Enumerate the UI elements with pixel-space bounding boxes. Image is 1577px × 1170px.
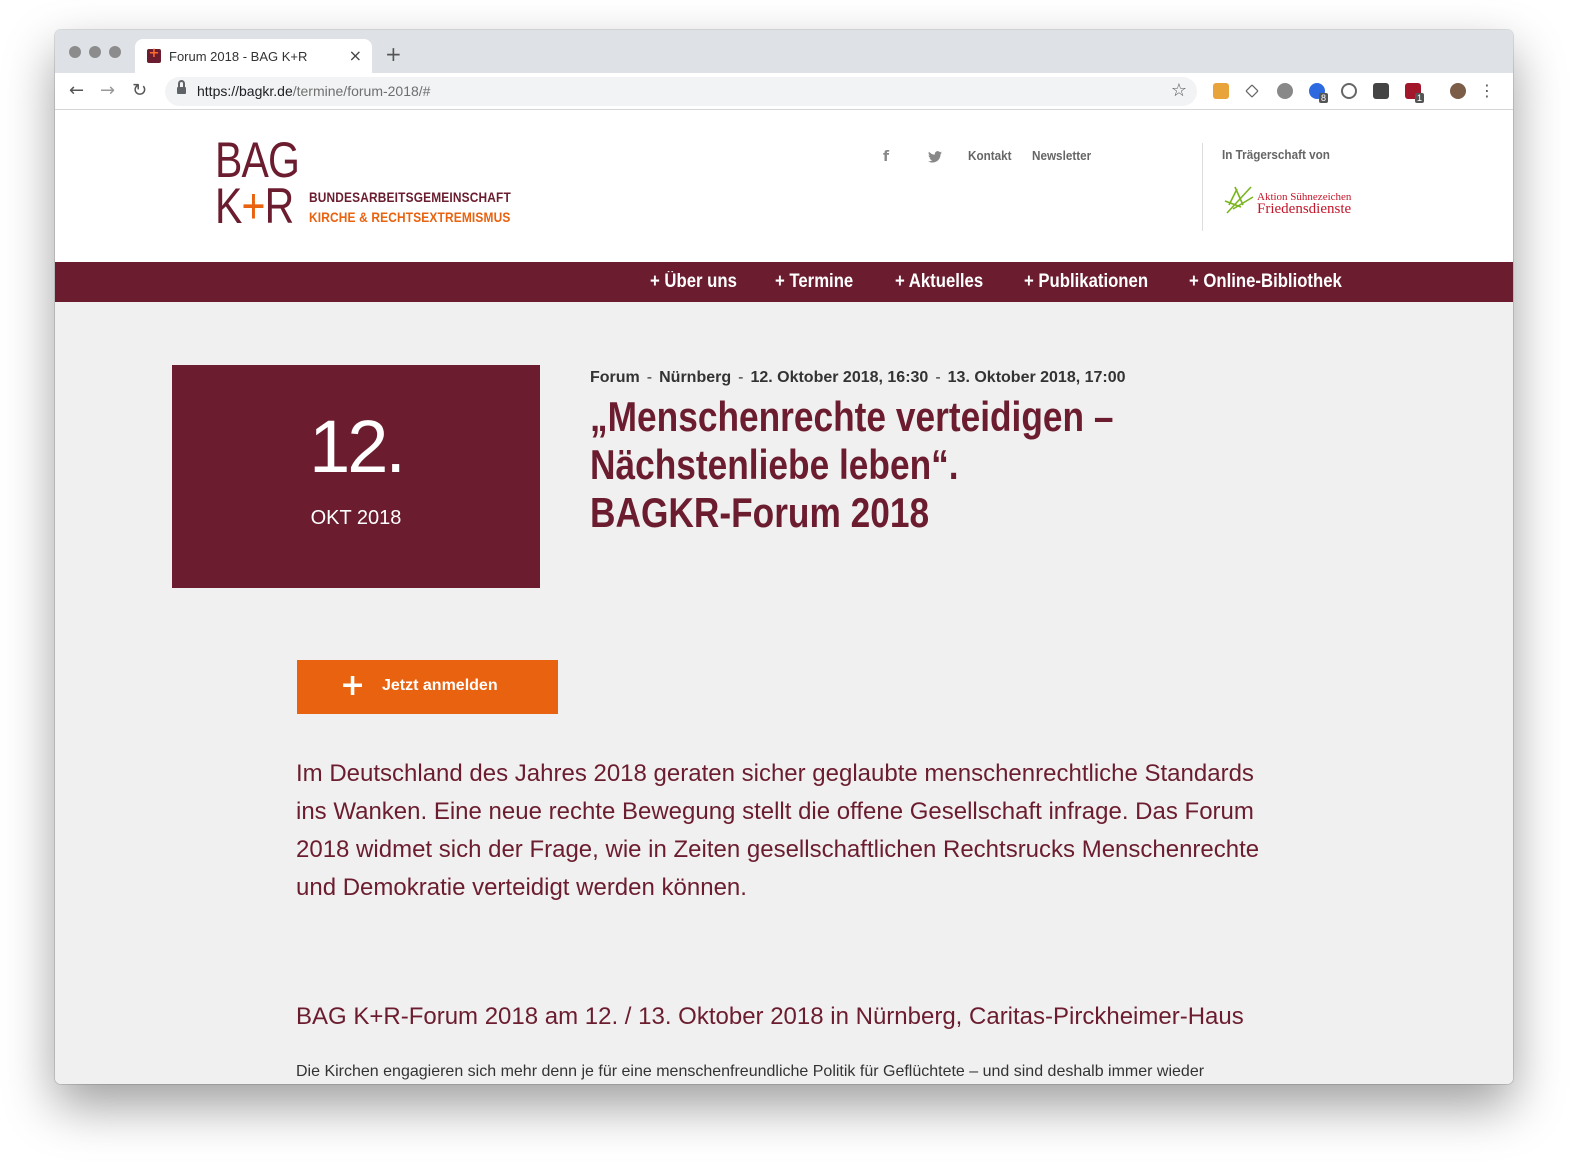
address-bar[interactable]: https://bagkr.de/termine/forum-2018/# ☆ bbox=[165, 77, 1197, 106]
tab-bar: Forum 2018 - BAG K+R × + bbox=[55, 30, 1513, 73]
browser-toolbar: ← → ↻ https://bagkr.de/termine/forum-201… bbox=[55, 73, 1513, 110]
page-content: BAG K+R BUNDESARBEITSGEMEINSCHAFT KIRCHE… bbox=[55, 111, 1513, 1084]
event-end: 13. Oktober 2018, 17:00 bbox=[947, 369, 1126, 386]
site-logo[interactable]: BAG K+R bbox=[215, 135, 300, 231]
org-name-line2: KIRCHE & RECHTSEXTREMISMUS bbox=[309, 209, 511, 225]
event-subheading: BAG K+R-Forum 2018 am 12. / 13. Oktober … bbox=[296, 1003, 1244, 1030]
header-divider bbox=[1202, 143, 1203, 231]
event-date-box: 12. OKT 2018 bbox=[172, 365, 540, 588]
event-title: „Menschenrechte verteidigen – Nächstenli… bbox=[590, 393, 1114, 536]
register-button[interactable]: + Jetzt anmelden bbox=[297, 660, 558, 714]
event-category: Forum bbox=[590, 369, 640, 386]
extension-gear-icon[interactable] bbox=[1277, 83, 1293, 99]
cloud-icon[interactable] bbox=[1341, 83, 1357, 99]
ublock-badge-count: 1 bbox=[1415, 93, 1425, 103]
back-icon[interactable]: ← bbox=[69, 80, 84, 101]
forward-icon[interactable]: → bbox=[100, 80, 115, 101]
eyedropper-icon[interactable] bbox=[1245, 84, 1259, 98]
site-header: BAG K+R BUNDESARBEITSGEMEINSCHAFT KIRCHE… bbox=[55, 111, 1513, 262]
nav-item-termine[interactable]: + Termine bbox=[775, 271, 853, 293]
reload-icon[interactable]: ↻ bbox=[132, 80, 147, 101]
newsletter-link[interactable]: Newsletter bbox=[1032, 148, 1091, 163]
nav-item-publikationen[interactable]: + Publikationen bbox=[1024, 271, 1148, 293]
event-intro: Im Deutschland des Jahres 2018 geraten s… bbox=[296, 760, 1260, 901]
bookmark-star-icon[interactable]: ☆ bbox=[1171, 80, 1187, 101]
sponsor-label: In Trägerschaft von bbox=[1222, 147, 1330, 162]
org-name-line1: BUNDESARBEITSGEMEINSCHAFT bbox=[309, 189, 511, 205]
plus-icon: + bbox=[340, 668, 366, 703]
close-tab-icon[interactable]: × bbox=[349, 46, 362, 65]
nav-item-online-bibliothek[interactable]: + Online-Bibliothek bbox=[1189, 271, 1342, 293]
event-start: 12. Oktober 2018, 16:30 bbox=[750, 369, 929, 386]
register-button-label: Jetzt anmelden bbox=[382, 677, 498, 694]
event-day: 12. bbox=[309, 405, 406, 488]
sponsor-name-line2[interactable]: Friedensdienste bbox=[1257, 201, 1351, 218]
event-meta: Forum - Nürnberg -12. Oktober 2018, 16:30-1… bbox=[590, 369, 1126, 386]
menu-icon[interactable]: ⋮ bbox=[1479, 81, 1495, 100]
nav-item-ueber-uns[interactable]: + Über uns bbox=[650, 271, 737, 293]
event-city: Nürnberg bbox=[659, 369, 732, 386]
lock-icon bbox=[177, 80, 186, 96]
profile-avatar[interactable] bbox=[1450, 83, 1466, 99]
event-month: OKT 2018 bbox=[310, 507, 402, 529]
asf-logo-icon[interactable] bbox=[1223, 183, 1255, 215]
new-tab-button[interactable]: + bbox=[385, 42, 402, 66]
tab-title: Forum 2018 - BAG K+R bbox=[169, 49, 308, 64]
nav-item-aktuelles[interactable]: + Aktuelles bbox=[895, 271, 983, 293]
extension-icon[interactable] bbox=[1213, 83, 1229, 99]
url-text: https://bagkr.de/termine/forum-2018/# bbox=[197, 83, 431, 99]
kontakt-link[interactable]: Kontakt bbox=[968, 148, 1012, 163]
minimize-window-button[interactable] bbox=[89, 46, 101, 58]
maximize-window-button[interactable] bbox=[109, 46, 121, 58]
event-body-text: Die Kirchen engagieren sich mehr denn je… bbox=[296, 1063, 1205, 1080]
browser-window: Forum 2018 - BAG K+R × + ← → ↻ https://b… bbox=[55, 30, 1513, 1084]
extension-badge-count: 8 bbox=[1319, 93, 1329, 103]
facebook-icon[interactable]: f bbox=[883, 149, 889, 165]
shield-icon[interactable] bbox=[1373, 83, 1389, 99]
twitter-icon[interactable] bbox=[928, 151, 942, 163]
main-navigation: + Über uns + Termine + Aktuelles + Publi… bbox=[55, 262, 1513, 302]
close-window-button[interactable] bbox=[69, 46, 81, 58]
browser-tab[interactable]: Forum 2018 - BAG K+R × bbox=[135, 39, 372, 73]
favicon-icon bbox=[147, 46, 161, 63]
